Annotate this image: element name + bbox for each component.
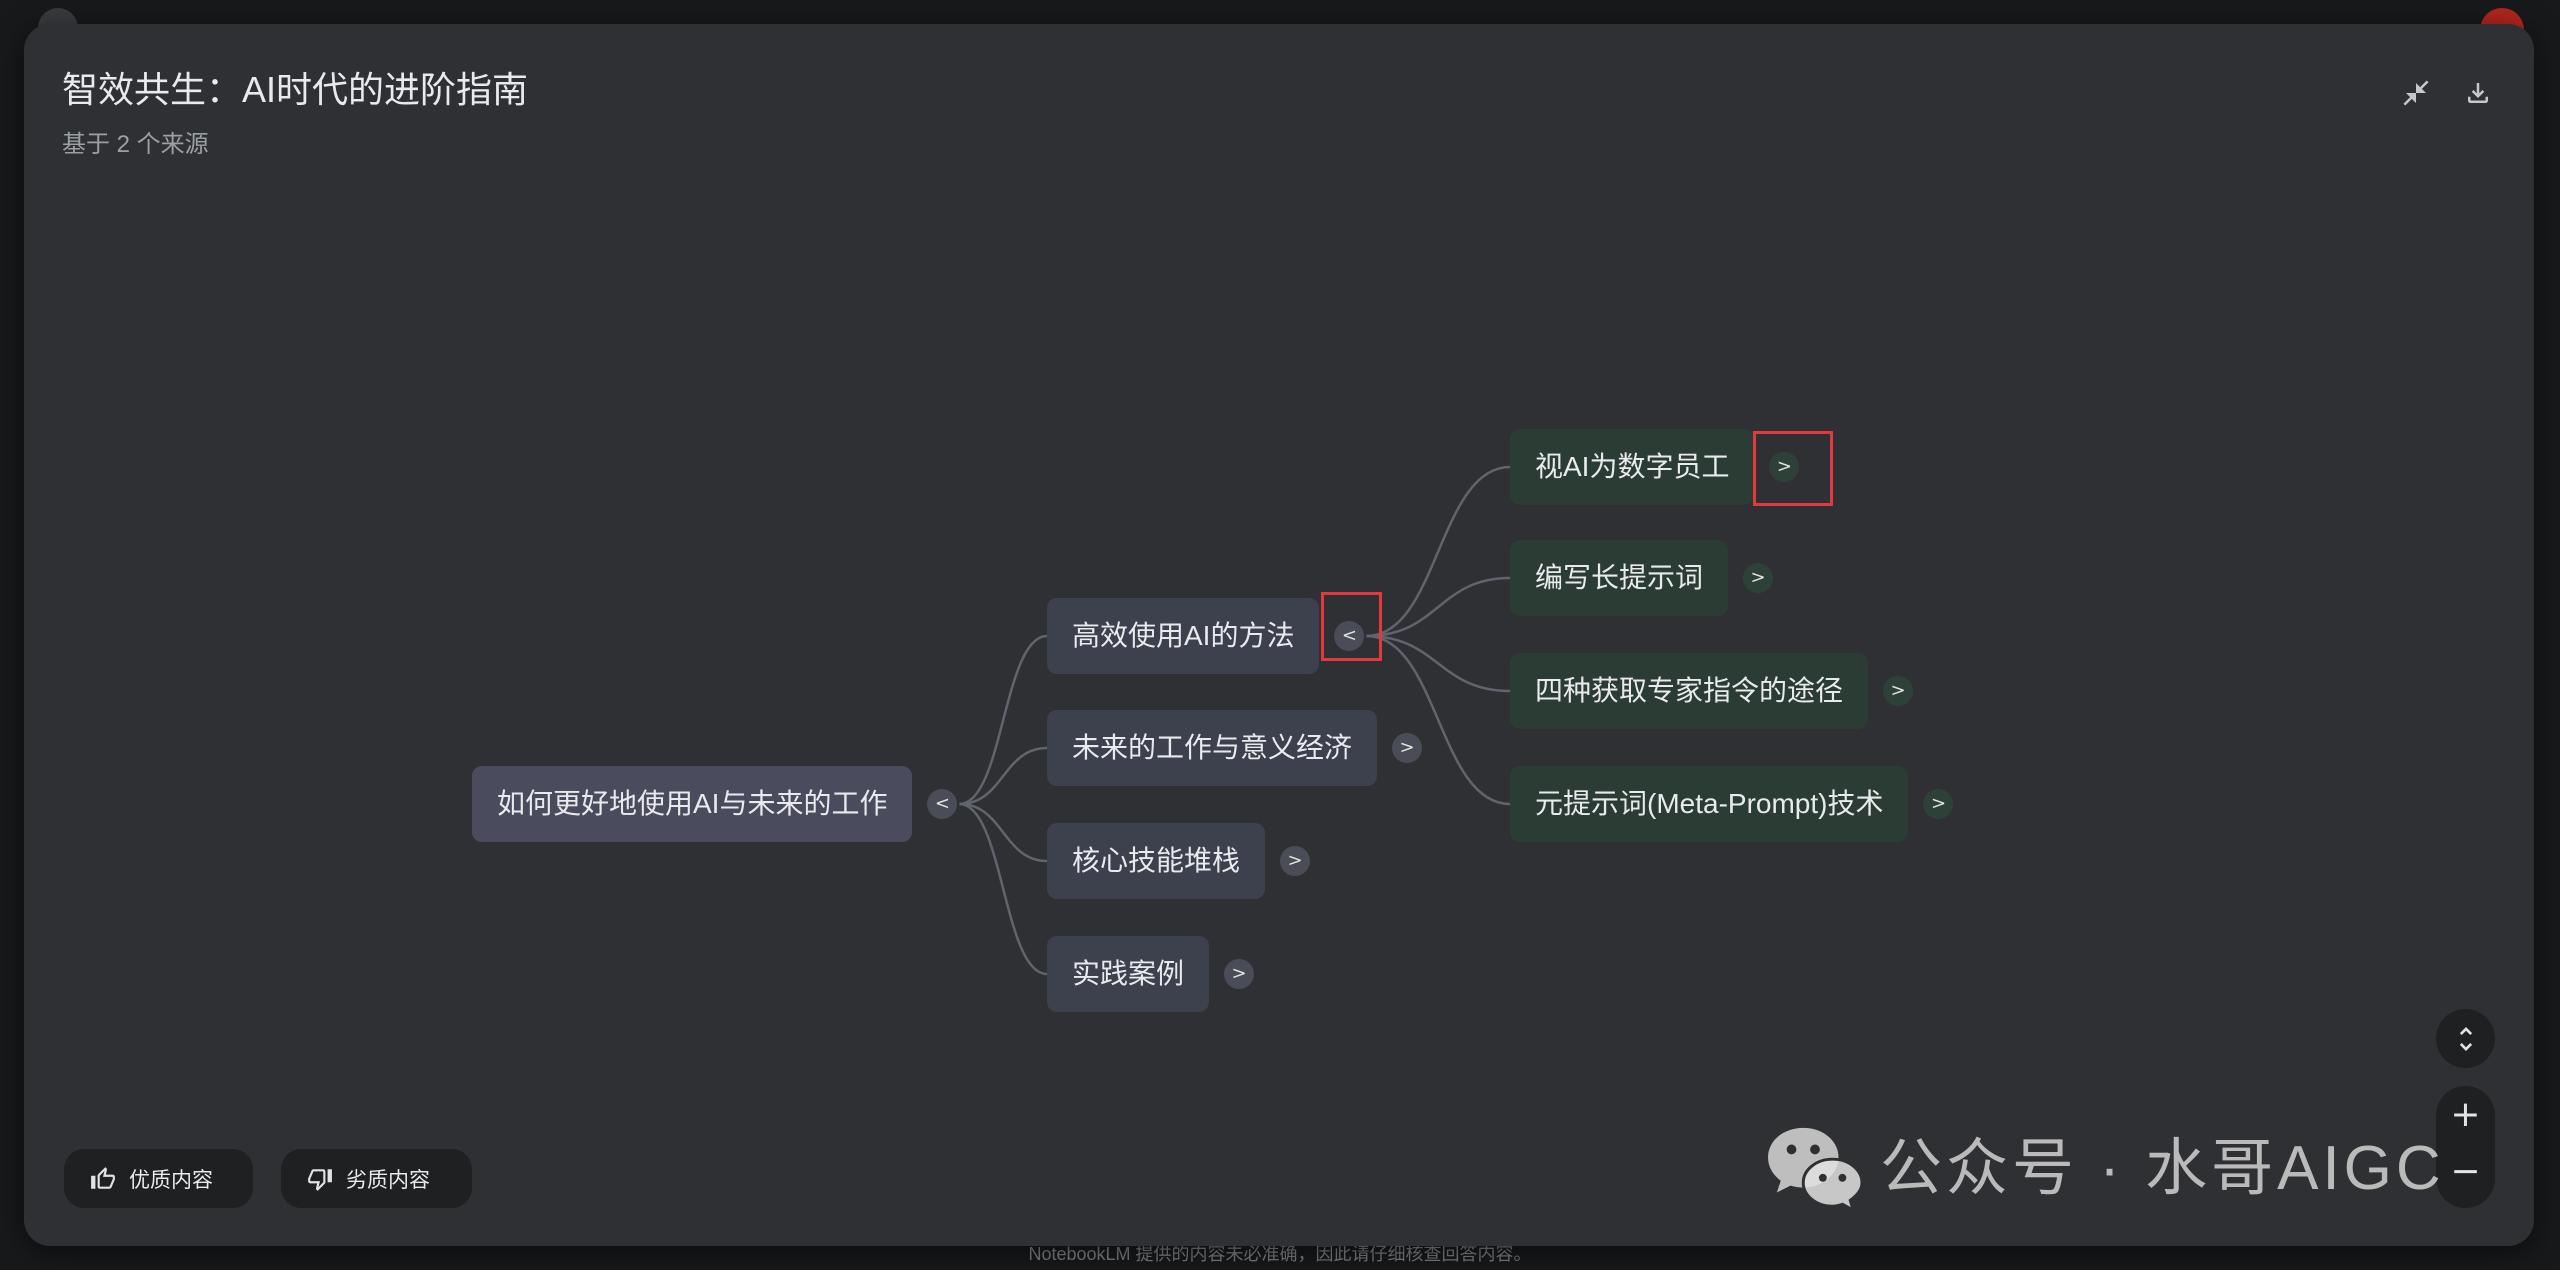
toggle-wrapper: > <box>1883 676 1914 706</box>
expand-toggle[interactable]: > <box>1280 846 1311 876</box>
toggle-wrapper: < <box>927 789 958 819</box>
toggle-wrapper: > <box>1392 733 1423 763</box>
connector-line <box>1366 576 1511 638</box>
expand-toggle[interactable]: > <box>1923 789 1954 819</box>
mind-map-branch: 未来的工作与意义经济 > <box>1047 710 1423 786</box>
collapse-toggle[interactable]: < <box>1334 621 1365 651</box>
mind-map-leaf: 元提示词(Meta-Prompt)技术 > <box>1510 766 1954 842</box>
mind-map-node[interactable]: 实践案例 <box>1047 936 1210 1012</box>
toggle-wrapper: > <box>1280 846 1311 876</box>
connector-line <box>1366 465 1511 638</box>
expand-toggle[interactable]: > <box>1392 733 1423 763</box>
mind-map-root-node[interactable]: 如何更好地使用AI与未来的工作 <box>472 766 913 842</box>
collapse-toggle[interactable]: < <box>927 789 958 819</box>
connector-line <box>959 746 1048 806</box>
mind-map-leaf: 编写长提示词 > <box>1510 540 1774 616</box>
mind-map-node[interactable]: 高效使用AI的方法 <box>1047 598 1320 674</box>
connector-line <box>959 802 1048 976</box>
toggle-wrapper: < <box>1321 592 1383 661</box>
toggle-wrapper: > <box>1743 563 1774 593</box>
mind-map-node[interactable]: 元提示词(Meta-Prompt)技术 <box>1510 766 1909 842</box>
toggle-wrapper: > <box>1224 959 1255 989</box>
mind-map-node[interactable]: 四种获取专家指令的途径 <box>1510 653 1869 729</box>
connector-line <box>1366 634 1511 693</box>
connector-line <box>959 802 1048 863</box>
expand-toggle[interactable]: > <box>1769 452 1800 482</box>
mind-map-leaf: 视AI为数字员工 > <box>1510 429 1834 506</box>
mind-map-leaf: 四种获取专家指令的途径 > <box>1510 653 1914 729</box>
connector-line <box>959 634 1048 806</box>
mind-map-node[interactable]: 视AI为数字员工 <box>1510 429 1755 505</box>
mind-map-branch: 实践案例 > <box>1047 936 1255 1012</box>
mind-map-node[interactable]: 未来的工作与意义经济 <box>1047 710 1378 786</box>
toggle-wrapper: > <box>1923 789 1954 819</box>
mind-map-panel: 智效共生：AI时代的进阶指南 基于 2 个来源 如何更好地使用AI与未来的工作 … <box>24 24 2534 1246</box>
mind-map-node[interactable]: 编写长提示词 <box>1510 540 1729 616</box>
expand-toggle[interactable]: > <box>1883 676 1914 706</box>
toggle-wrapper: > <box>1753 431 1834 506</box>
mind-map-branch: 高效使用AI的方法 < <box>1047 592 1383 674</box>
expand-toggle[interactable]: > <box>1224 959 1255 989</box>
mind-map-branch: 核心技能堆栈 > <box>1047 823 1311 899</box>
expand-toggle[interactable]: > <box>1743 563 1774 593</box>
mind-map-root: 如何更好地使用AI与未来的工作 < <box>472 766 958 842</box>
mind-map-node[interactable]: 核心技能堆栈 <box>1047 823 1266 899</box>
